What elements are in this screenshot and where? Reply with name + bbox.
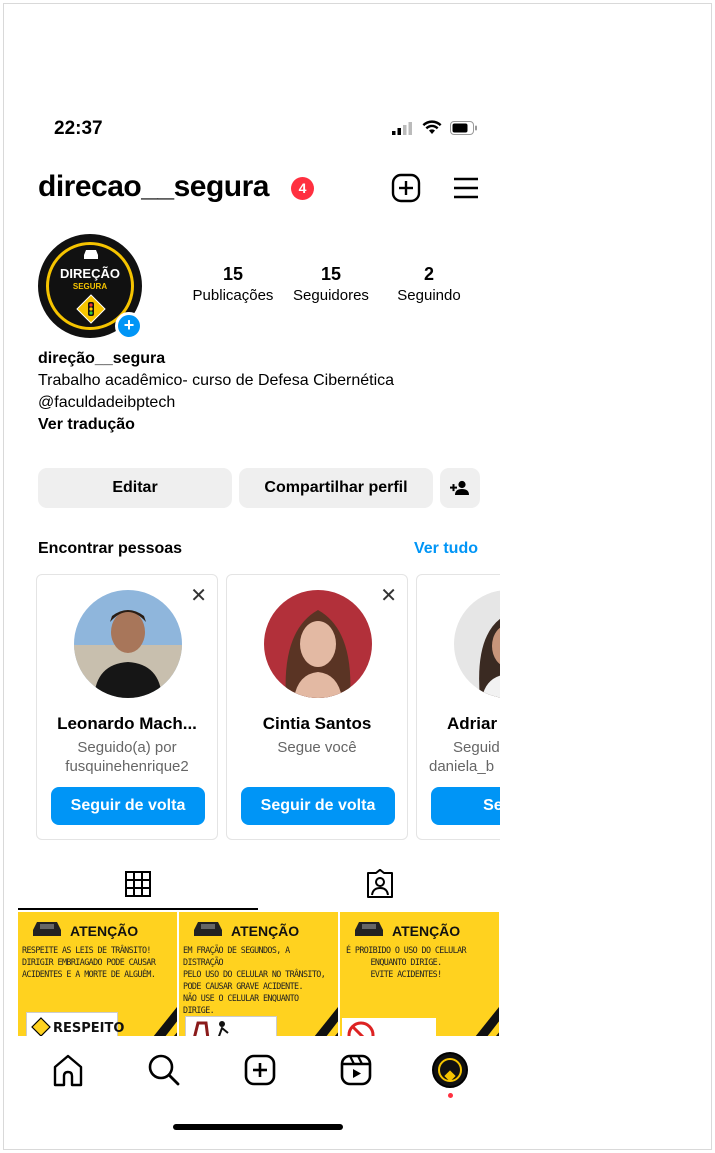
menu-icon[interactable] xyxy=(450,172,482,204)
profile-avatar-icon xyxy=(432,1052,468,1088)
stat-followers[interactable]: 15 Seguidores xyxy=(286,264,376,304)
suggestion-name[interactable]: Cintia Santos xyxy=(227,714,407,734)
post-thumbnail[interactable]: ATENÇÃO É PROIBIDO O USO DO CELULAR ENQU… xyxy=(340,912,499,1036)
suggestion-card[interactable]: ✕ Leonardo Mach... Seguido(a) por fusqui… xyxy=(36,574,218,840)
traffic-sign-icon xyxy=(76,294,106,324)
post-thumbnail[interactable]: ATENÇÃO EM FRAÇÃO DE SEGUNDOS, A DISTRAÇ… xyxy=(179,912,338,1036)
activity-dot xyxy=(448,1093,453,1098)
profile-stats: 15 Publicações 15 Seguidores 2 Seguindo xyxy=(188,264,478,308)
stat-posts[interactable]: 15 Publicações xyxy=(188,264,278,304)
reels-icon[interactable] xyxy=(336,1050,376,1090)
share-profile-button[interactable]: Compartilhar perfil xyxy=(239,468,433,508)
bio-handle[interactable]: @faculdadeibptech xyxy=(38,392,478,414)
suggestion-name[interactable]: Adriar xyxy=(447,714,500,734)
warning-sign-icon xyxy=(31,1017,51,1036)
signal-icon xyxy=(392,121,412,135)
stat-following-label: Seguindo xyxy=(397,287,461,304)
suggestion-avatar[interactable] xyxy=(264,590,372,698)
bottom-navigation xyxy=(18,1036,500,1106)
suggestion-avatar[interactable] xyxy=(74,590,182,698)
follow-button[interactable]: Seguir xyxy=(431,787,500,825)
edit-profile-button[interactable]: Editar xyxy=(38,468,232,508)
find-people-title: Encontrar pessoas xyxy=(38,540,183,557)
new-post-icon[interactable] xyxy=(390,172,422,204)
post-footer-text: RESPEITO xyxy=(53,1021,125,1036)
add-story-button[interactable]: + xyxy=(115,312,143,340)
car-icon xyxy=(84,250,98,259)
stat-posts-label: Publicações xyxy=(192,287,274,304)
post-heading: ATENÇÃO xyxy=(70,923,139,939)
hazard-stripe-icon xyxy=(475,1007,499,1036)
see-all-link[interactable]: Ver tudo xyxy=(414,540,478,558)
wifi-icon xyxy=(422,120,442,134)
suggestion-context: Seguid daniela_b xyxy=(429,739,500,775)
post-thumbnail[interactable]: ATENÇÃO RESPEITE AS LEIS DE TRÂNSITO! DI… xyxy=(18,912,177,1036)
close-icon[interactable]: ✕ xyxy=(190,583,207,608)
post-heading: ATENÇÃO xyxy=(231,923,300,939)
profile-tab[interactable] xyxy=(430,1050,470,1098)
tab-tagged[interactable] xyxy=(260,862,500,908)
home-indicator xyxy=(173,1124,343,1130)
discover-people-button[interactable] xyxy=(440,468,480,508)
create-icon[interactable] xyxy=(240,1050,280,1090)
close-icon[interactable]: ✕ xyxy=(380,583,397,608)
suggestion-context: Seguido(a) por fusquinehenrique2 xyxy=(65,739,189,775)
stat-followers-label: Seguidores xyxy=(293,287,369,304)
profile-tabs xyxy=(18,862,500,910)
suggestion-card[interactable]: Adriar Seguid daniela_b Seguir xyxy=(416,574,500,840)
suggestion-avatar[interactable] xyxy=(454,590,500,698)
accident-icon xyxy=(193,1021,229,1036)
display-name: direção__segura xyxy=(38,350,166,367)
stat-posts-value: 15 xyxy=(222,264,244,284)
battery-icon xyxy=(450,120,477,135)
suggestion-context: Segue você xyxy=(277,739,357,756)
hazard-stripe-icon xyxy=(314,1007,338,1036)
profile-bio: direção__segura Trabalho acadêmico- curs… xyxy=(38,348,478,436)
no-phone-icon xyxy=(347,1021,375,1036)
status-bar: 22:37 xyxy=(54,118,478,142)
avatar-logo-text: DIREÇÃO xyxy=(60,266,120,281)
suggestion-carousel[interactable]: ✕ Leonardo Mach... Seguido(a) por fusqui… xyxy=(36,574,500,842)
suggestion-card[interactable]: ✕ Cintia Santos Segue você Seguir de vol… xyxy=(226,574,408,840)
add-person-icon xyxy=(450,480,469,495)
profile-header: direcao__segura 4 xyxy=(38,170,478,210)
tab-posts[interactable] xyxy=(18,862,258,908)
stat-following[interactable]: 2 Seguindo xyxy=(388,264,470,304)
home-icon[interactable] xyxy=(48,1050,88,1090)
post-text: É PROIBIDO O USO DO CELULAR ENQUANTO DIR… xyxy=(346,945,467,979)
stat-followers-value: 15 xyxy=(320,264,342,284)
car-icon xyxy=(194,922,222,936)
post-heading: ATENÇÃO xyxy=(392,923,461,939)
car-icon xyxy=(33,922,61,936)
grid-icon xyxy=(125,871,151,897)
follow-back-button[interactable]: Seguir de volta xyxy=(51,787,205,825)
post-grid: ATENÇÃO RESPEITE AS LEIS DE TRÂNSITO! DI… xyxy=(18,912,500,1036)
car-icon xyxy=(355,922,383,936)
active-tab-indicator xyxy=(18,908,258,910)
tagged-icon xyxy=(367,869,393,898)
bio-text: Trabalho acadêmico- curso de Defesa Cibe… xyxy=(38,372,395,389)
profile-avatar[interactable]: DIREÇÃO SEGURA + xyxy=(38,234,144,340)
notification-badge: 4 xyxy=(291,177,314,200)
status-time: 22:37 xyxy=(54,118,103,139)
find-people-section: Encontrar pessoas Ver tudo xyxy=(38,540,478,562)
hazard-stripe-icon xyxy=(153,1007,177,1036)
stat-following-value: 2 xyxy=(423,264,434,284)
suggestion-name[interactable]: Leonardo Mach... xyxy=(37,714,217,734)
follow-back-button[interactable]: Seguir de volta xyxy=(241,787,395,825)
translate-link[interactable]: Ver tradução xyxy=(38,414,478,436)
header-username[interactable]: direcao__segura xyxy=(38,170,269,204)
avatar-logo-subtext: SEGURA xyxy=(72,282,108,291)
search-icon[interactable] xyxy=(144,1050,184,1090)
